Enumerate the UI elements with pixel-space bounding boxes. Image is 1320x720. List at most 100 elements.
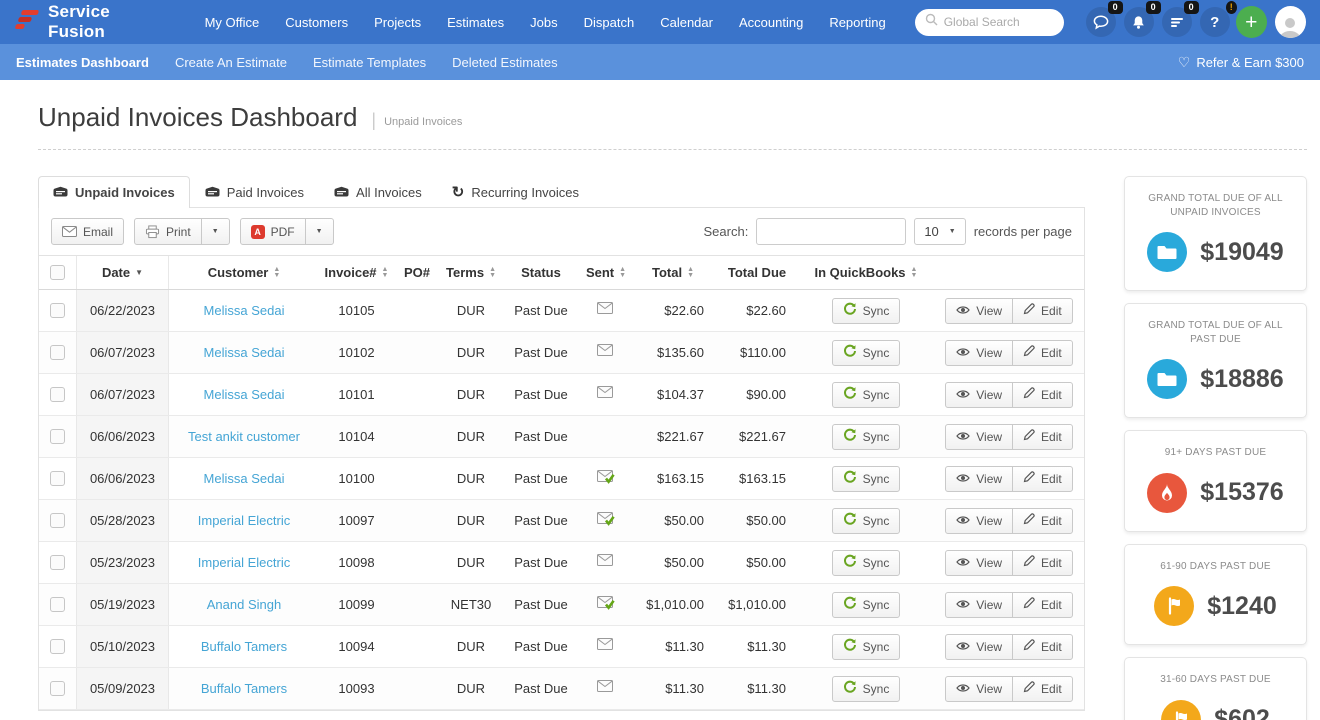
row-checkbox[interactable] [50, 471, 65, 486]
edit-button[interactable]: Edit [1012, 466, 1073, 492]
help-icon[interactable]: ? ! [1200, 7, 1230, 37]
header-invoice[interactable]: Invoice#▲▼ [319, 256, 394, 289]
nav-item-estimates[interactable]: Estimates [436, 9, 515, 36]
header-total[interactable]: Total▲▼ [632, 256, 714, 289]
row-checkbox[interactable] [50, 513, 65, 528]
service-fusion-logo[interactable]: Service Fusion [14, 2, 168, 42]
row-checkbox[interactable] [50, 681, 65, 696]
customer-link[interactable]: Melissa Sedai [204, 303, 285, 318]
header-status[interactable]: Status [502, 256, 580, 289]
view-button[interactable]: View [945, 676, 1013, 702]
quick-add-button[interactable]: + [1236, 6, 1267, 38]
row-checkbox[interactable] [50, 429, 65, 444]
sync-button[interactable]: Sync [832, 676, 901, 702]
select-all-checkbox[interactable] [50, 265, 65, 280]
view-button[interactable]: View [945, 508, 1013, 534]
header-date[interactable]: Date▼ [77, 256, 169, 289]
header-po[interactable]: PO# [394, 256, 440, 289]
tab-unpaid-invoices[interactable]: Unpaid Invoices [38, 176, 190, 208]
chat-icon[interactable]: 0 [1086, 7, 1116, 37]
pdf-dropdown-button[interactable]: ▼ [305, 218, 334, 245]
nav-item-customers[interactable]: Customers [274, 9, 359, 36]
edit-button[interactable]: Edit [1012, 382, 1073, 408]
refer-earn-link[interactable]: ♡ Refer & Earn $300 [1178, 54, 1304, 71]
view-button[interactable]: View [945, 466, 1013, 492]
invoice-status: Past Due [502, 332, 580, 373]
nav-item-my-office[interactable]: My Office [194, 9, 271, 36]
customer-link[interactable]: Test ankit customer [188, 429, 300, 444]
table-search-input[interactable] [756, 218, 906, 245]
sync-button[interactable]: Sync [832, 466, 901, 492]
header-total-due[interactable]: Total Due [714, 256, 800, 289]
nav-item-accounting[interactable]: Accounting [728, 9, 814, 36]
view-button[interactable]: View [945, 592, 1013, 618]
invoice-date: 06/07/2023 [77, 332, 169, 373]
row-checkbox[interactable] [50, 345, 65, 360]
edit-button[interactable]: Edit [1012, 634, 1073, 660]
row-checkbox[interactable] [50, 387, 65, 402]
customer-link[interactable]: Imperial Electric [198, 513, 290, 528]
header-terms[interactable]: Terms▲▼ [440, 256, 502, 289]
global-search[interactable] [915, 9, 1064, 36]
nav-item-calendar[interactable]: Calendar [649, 9, 724, 36]
subnav-item-deleted-estimates[interactable]: Deleted Estimates [452, 55, 558, 70]
nav-item-jobs[interactable]: Jobs [519, 9, 568, 36]
edit-button[interactable]: Edit [1012, 340, 1073, 366]
sync-button[interactable]: Sync [832, 550, 901, 576]
customer-link[interactable]: Melissa Sedai [204, 345, 285, 360]
pdf-button[interactable]: A PDF [240, 218, 306, 245]
view-button[interactable]: View [945, 550, 1013, 576]
customer-link[interactable]: Buffalo Tamers [201, 639, 287, 654]
view-button[interactable]: View [945, 298, 1013, 324]
customer-link[interactable]: Anand Singh [207, 597, 281, 612]
subnav-item-estimates-dashboard[interactable]: Estimates Dashboard [16, 55, 149, 70]
edit-button[interactable]: Edit [1012, 298, 1073, 324]
header-customer[interactable]: Customer▲▼ [169, 256, 319, 289]
sync-button[interactable]: Sync [832, 634, 901, 660]
sync-button[interactable]: Sync [832, 298, 901, 324]
header-quickbooks[interactable]: In QuickBooks▲▼ [800, 256, 932, 289]
tab-all-invoices[interactable]: All Invoices [319, 176, 437, 208]
edit-button[interactable]: Edit [1012, 676, 1073, 702]
sent-envelope-icon [597, 554, 615, 571]
print-button[interactable]: Print [134, 218, 202, 245]
global-search-input[interactable] [944, 15, 1054, 29]
row-checkbox[interactable] [50, 639, 65, 654]
sync-button[interactable]: Sync [832, 424, 901, 450]
subnav-item-estimate-templates[interactable]: Estimate Templates [313, 55, 426, 70]
row-checkbox[interactable] [50, 303, 65, 318]
row-checkbox[interactable] [50, 555, 65, 570]
filter-menu-icon[interactable]: 0 [1162, 7, 1192, 37]
view-button[interactable]: View [945, 634, 1013, 660]
eye-icon [956, 514, 970, 528]
tab-recurring-invoices[interactable]: ↻Recurring Invoices [437, 176, 594, 208]
sync-button[interactable]: Sync [832, 340, 901, 366]
edit-button[interactable]: Edit [1012, 550, 1073, 576]
sync-button[interactable]: Sync [832, 382, 901, 408]
notifications-bell-icon[interactable]: 0 [1124, 7, 1154, 37]
edit-button[interactable]: Edit [1012, 508, 1073, 534]
customer-link[interactable]: Imperial Electric [198, 555, 290, 570]
nav-item-projects[interactable]: Projects [363, 9, 432, 36]
customer-link[interactable]: Melissa Sedai [204, 471, 285, 486]
nav-item-dispatch[interactable]: Dispatch [573, 9, 646, 36]
edit-button[interactable]: Edit [1012, 424, 1073, 450]
nav-item-reporting[interactable]: Reporting [818, 9, 896, 36]
unpaid-invoices-panel: Email Print ▼ A PDF ▼ [38, 207, 1085, 711]
email-button[interactable]: Email [51, 218, 124, 245]
view-button[interactable]: View [945, 424, 1013, 450]
tab-paid-invoices[interactable]: Paid Invoices [190, 176, 319, 208]
subnav-item-create-an-estimate[interactable]: Create An Estimate [175, 55, 287, 70]
row-checkbox[interactable] [50, 597, 65, 612]
sync-button[interactable]: Sync [832, 508, 901, 534]
edit-button[interactable]: Edit [1012, 592, 1073, 618]
print-dropdown-button[interactable]: ▼ [201, 218, 230, 245]
customer-link[interactable]: Buffalo Tamers [201, 681, 287, 696]
view-button[interactable]: View [945, 340, 1013, 366]
view-button[interactable]: View [945, 382, 1013, 408]
sync-button[interactable]: Sync [832, 592, 901, 618]
user-avatar[interactable] [1275, 6, 1306, 38]
header-sent[interactable]: Sent▲▼ [580, 256, 632, 289]
customer-link[interactable]: Melissa Sedai [204, 387, 285, 402]
page-size-select[interactable]: 10 ▼ [914, 218, 965, 245]
